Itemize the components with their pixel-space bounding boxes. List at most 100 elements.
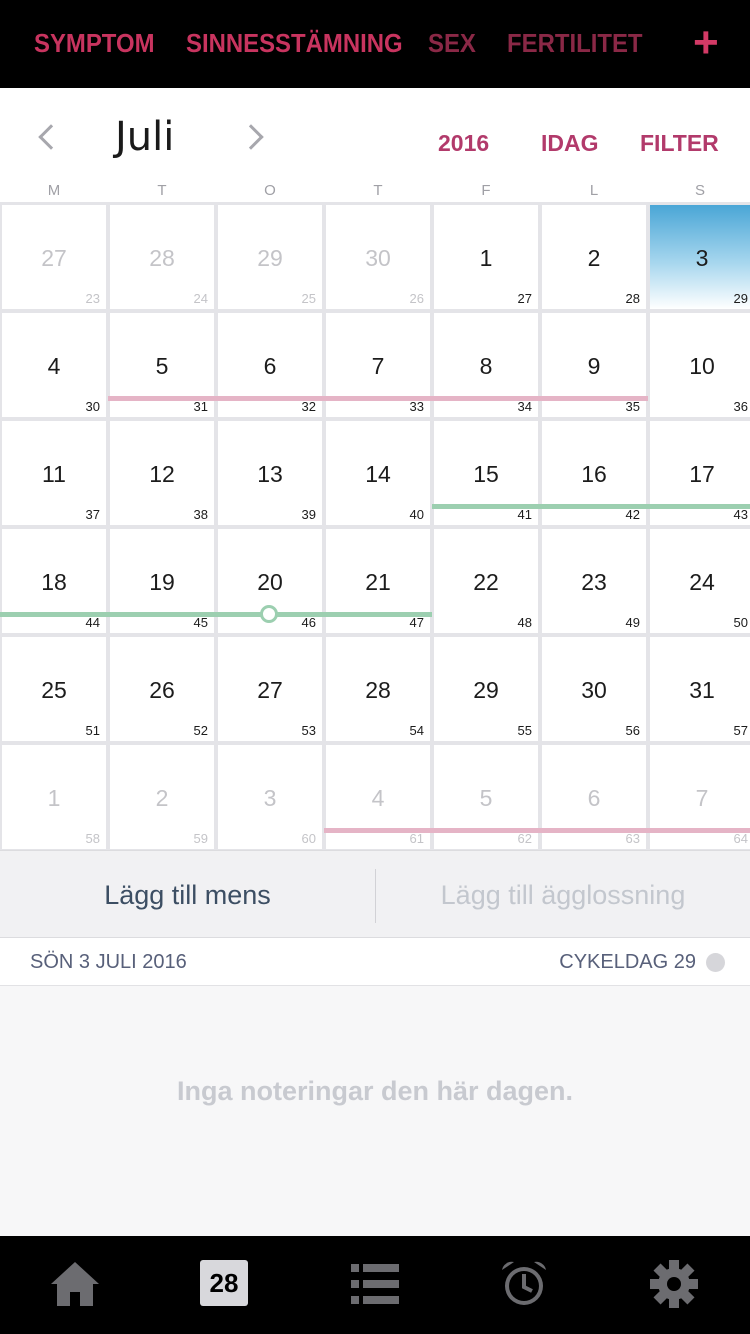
year-button[interactable]: 2016 xyxy=(438,130,489,157)
calendar-day[interactable]: 3 60 xyxy=(218,745,322,849)
calendar-day[interactable]: 29 25 xyxy=(218,205,322,309)
calendar-grid: 7 64 6 63 5 62 4 61 3 60 2 59 1 58 31 57 30 56 29 55 28 54 27 5… xyxy=(0,202,750,850)
calendar-day[interactable]: 27 53 xyxy=(218,637,322,741)
calendar-day[interactable]: 4 61 xyxy=(326,745,430,849)
calendar-day[interactable]: 23 49 xyxy=(542,529,646,633)
cycle-day-number: 53 xyxy=(301,723,316,738)
weekday-label: T xyxy=(373,182,383,199)
day-number: 21 xyxy=(365,569,391,595)
calendar-day[interactable]: 31 57 xyxy=(650,637,750,741)
calendar-day[interactable]: 30 26 xyxy=(326,205,430,309)
gear-icon[interactable] xyxy=(648,1258,700,1310)
calendar-day[interactable]: 5 62 xyxy=(434,745,538,849)
today-button[interactable]: IDAG xyxy=(541,130,599,157)
fertile-window-bar xyxy=(0,612,432,617)
calendar-day[interactable]: 2 28 xyxy=(542,205,646,309)
day-number: 31 xyxy=(689,677,715,703)
day-number: 16 xyxy=(581,461,607,487)
calendar-day[interactable]: 1 27 xyxy=(434,205,538,309)
calendar-day[interactable]: 6 63 xyxy=(542,745,646,849)
period-bar xyxy=(108,396,648,401)
day-number: 12 xyxy=(149,461,175,487)
calendar-icon-day: 28 xyxy=(209,1268,239,1298)
day-number: 14 xyxy=(365,461,391,487)
calendar-day[interactable]: 1 58 xyxy=(2,745,106,849)
calendar-day[interactable]: 11 37 xyxy=(2,421,106,525)
selected-day-info: SÖN 3 JULI 2016 CYKELDAG 29 xyxy=(0,938,750,986)
calendar-day[interactable]: 9 35 xyxy=(542,313,646,417)
tab-symptom[interactable]: SYMPTOM xyxy=(34,28,155,59)
cycle-day-number: 29 xyxy=(733,291,748,306)
add-period-button[interactable]: Lägg till mens xyxy=(0,851,375,939)
tab-mood[interactable]: SINNESSTÄMNING xyxy=(186,28,403,59)
calendar-day[interactable]: 8 34 xyxy=(434,313,538,417)
calendar-day[interactable]: 2 59 xyxy=(110,745,214,849)
day-number: 25 xyxy=(41,677,67,703)
cycle-day-number: 55 xyxy=(517,723,532,738)
calendar-day[interactable]: 6 32 xyxy=(218,313,322,417)
calendar-day[interactable]: 24 50 xyxy=(650,529,750,633)
calendar-day-selected[interactable]: 3 29 xyxy=(650,205,750,309)
cycle-day-number: 44 xyxy=(85,615,100,630)
cycle-day-number: 64 xyxy=(733,831,748,846)
day-number: 3 xyxy=(263,785,277,811)
weekday-label: T xyxy=(157,182,167,199)
cycle-day-number: 23 xyxy=(85,291,100,306)
tab-fertility[interactable]: FERTILITET xyxy=(507,28,643,59)
cycle-day-number: 51 xyxy=(85,723,100,738)
calendar-day[interactable]: 7 33 xyxy=(326,313,430,417)
filter-button[interactable]: FILTER xyxy=(640,130,719,157)
calendar-day[interactable]: 7 64 xyxy=(650,745,750,849)
day-number: 9 xyxy=(587,353,601,379)
cycle-day-number: 42 xyxy=(625,507,640,522)
calendar-day[interactable]: 28 24 xyxy=(110,205,214,309)
calendar-icon[interactable]: 28 xyxy=(200,1260,248,1306)
empty-notes-text: Inga noteringar den här dagen. xyxy=(176,1076,574,1106)
weekday-label: S xyxy=(694,182,705,199)
cycle-day-number: 27 xyxy=(517,291,532,306)
chevron-right-icon[interactable] xyxy=(238,124,264,150)
calendar-day[interactable]: 5 31 xyxy=(110,313,214,417)
calendar-day[interactable]: 17 43 xyxy=(650,421,750,525)
calendar-day[interactable]: 25 51 xyxy=(2,637,106,741)
calendar-day[interactable]: 15 41 xyxy=(434,421,538,525)
cycle-day-number: 33 xyxy=(409,399,424,414)
cycle-day-number: 62 xyxy=(517,831,532,846)
calendar-day[interactable]: 18 44 xyxy=(2,529,106,633)
cycle-day-number: 30 xyxy=(85,399,100,414)
add-ovulation-button[interactable]: Lägg till ägglossning xyxy=(376,851,750,939)
calendar-day[interactable]: 4 30 xyxy=(2,313,106,417)
alarm-clock-icon[interactable] xyxy=(498,1258,550,1310)
calendar-day[interactable]: 22 48 xyxy=(434,529,538,633)
day-number: 24 xyxy=(689,569,715,595)
calendar-day[interactable]: 29 55 xyxy=(434,637,538,741)
calendar-day[interactable]: 19 45 xyxy=(110,529,214,633)
cycle-day-number: 38 xyxy=(193,507,208,522)
calendar-day[interactable]: 10 36 xyxy=(650,313,750,417)
cycle-day-number: 60 xyxy=(301,831,316,846)
cycle-day-number: 56 xyxy=(625,723,640,738)
action-bar: Lägg till mens Lägg till ägglossning xyxy=(0,850,750,938)
calendar-day[interactable]: 30 56 xyxy=(542,637,646,741)
calendar-day[interactable]: 27 23 xyxy=(2,205,106,309)
plus-icon[interactable]: + xyxy=(693,18,719,68)
calendar-day[interactable]: 21 47 xyxy=(326,529,430,633)
day-number: 27 xyxy=(41,245,67,271)
day-number: 13 xyxy=(257,461,283,487)
calendar-day[interactable]: 13 39 xyxy=(218,421,322,525)
day-number: 2 xyxy=(155,785,169,811)
day-number: 1 xyxy=(479,245,493,271)
cycle-day-number: 28 xyxy=(625,291,640,306)
calendar-day[interactable]: 16 42 xyxy=(542,421,646,525)
chevron-left-icon[interactable] xyxy=(38,124,64,150)
calendar-day[interactable]: 14 40 xyxy=(326,421,430,525)
calendar-day[interactable]: 12 38 xyxy=(110,421,214,525)
tab-sex[interactable]: SEX xyxy=(428,28,476,59)
calendar-day[interactable]: 28 54 xyxy=(326,637,430,741)
calendar-day[interactable]: 26 52 xyxy=(110,637,214,741)
cycle-day-number: 39 xyxy=(301,507,316,522)
day-number: 30 xyxy=(581,677,607,703)
home-icon[interactable] xyxy=(49,1258,101,1310)
cycle-day-number: 50 xyxy=(733,615,748,630)
list-icon[interactable] xyxy=(349,1258,401,1310)
